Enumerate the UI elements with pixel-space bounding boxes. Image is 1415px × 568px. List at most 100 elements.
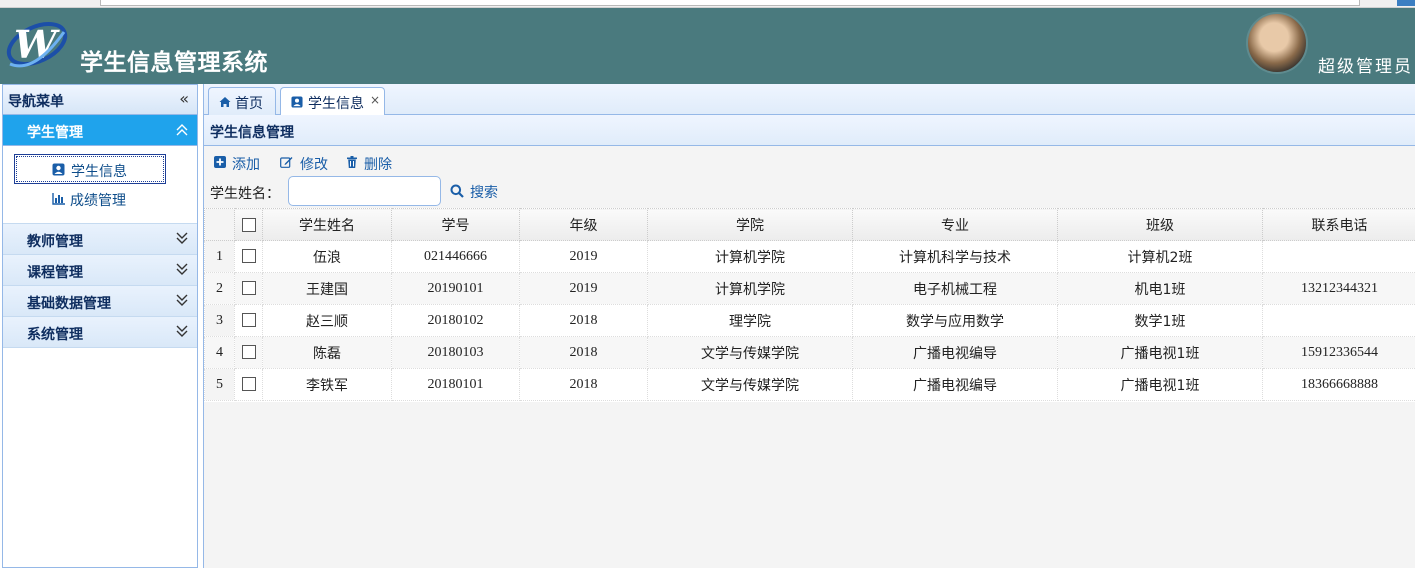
sidebar-panel-system[interactable]: 系统管理 (3, 317, 197, 348)
address-bar[interactable] (100, 0, 1360, 6)
checkbox[interactable] (241, 217, 256, 232)
cell-name: 伍浪 (262, 240, 392, 273)
cell-major: 电子机械工程 (852, 272, 1058, 305)
cell-student-id: 20180102 (391, 304, 520, 337)
row-checkbox[interactable] (234, 368, 263, 401)
tab-label: 首页 (235, 96, 263, 112)
cell-phone: 15912336544 (1262, 336, 1415, 369)
tab-student-info[interactable]: 学生信息 × (280, 87, 385, 116)
cell-major: 计算机科学与技术 (852, 240, 1058, 273)
table-row[interactable]: 2 王建国 20190101 2019 计算机学院 电子机械工程 机电1班 13… (204, 272, 1415, 305)
sidebar-panel-body: 学生信息 成绩管理 (3, 146, 197, 224)
column-header[interactable]: 联系电话 (1262, 208, 1415, 241)
chevron-down-icon[interactable] (175, 323, 189, 339)
row-checkbox[interactable] (234, 272, 263, 305)
checkbox[interactable] (241, 345, 256, 360)
row-checkbox[interactable] (234, 304, 263, 337)
cell-class: 机电1班 (1057, 272, 1263, 305)
checkbox[interactable] (241, 249, 256, 264)
row-number: 2 (204, 272, 235, 305)
row-checkbox[interactable] (234, 240, 263, 273)
table-row[interactable]: 3 赵三顺 20180102 2018 理学院 数学与应用数学 数学1班 (204, 304, 1415, 337)
app-header: W 学生信息管理系统 超级管理员 (0, 8, 1415, 84)
sidebar-panel-label: 学生管理 (27, 125, 83, 141)
row-number: 4 (204, 336, 235, 369)
browser-strip (0, 0, 1415, 8)
bar-chart-icon (52, 192, 65, 205)
cell-grade: 2019 (519, 240, 648, 273)
table-row[interactable]: 5 李铁军 20180101 2018 文学与传媒学院 广播电视编导 广播电视1… (204, 368, 1415, 401)
column-header[interactable]: 班级 (1057, 208, 1263, 241)
cell-grade: 2018 (519, 304, 648, 337)
column-header[interactable]: 年级 (519, 208, 648, 241)
sidebar: 导航菜单 « 学生管理 学生信息 成绩管理 教师管理 课程管理 基础数据管理 系… (2, 84, 198, 568)
add-button[interactable]: 添加 (214, 152, 274, 174)
cell-student-id: 20180101 (391, 368, 520, 401)
cell-class: 广播电视1班 (1057, 368, 1263, 401)
main-area: 首页 学生信息 × 学生信息管理 添加 修改 删除 学生姓名： 搜索 学生姓名 … (203, 84, 1415, 568)
column-header[interactable]: 学号 (391, 208, 520, 241)
sidebar-panel-teacher[interactable]: 教师管理 (3, 224, 197, 255)
row-number: 5 (204, 368, 235, 401)
sidebar-panel-label: 教师管理 (27, 234, 83, 250)
checkbox[interactable] (241, 281, 256, 296)
tab-home[interactable]: 首页 (208, 87, 276, 115)
table-row[interactable]: 1 伍浪 021446666 2019 计算机学院 计算机科学与技术 计算机2班 (204, 240, 1415, 273)
sidebar-item-score-manage[interactable]: 成绩管理 (14, 184, 166, 214)
column-header[interactable]: 专业 (852, 208, 1058, 241)
cell-name: 李铁军 (262, 368, 392, 401)
chevron-down-icon[interactable] (175, 230, 189, 246)
cell-class: 广播电视1班 (1057, 336, 1263, 369)
trash-icon (346, 156, 358, 168)
browser-corner-icon (1397, 0, 1415, 6)
row-checkbox[interactable] (234, 336, 263, 369)
select-all-checkbox[interactable] (234, 208, 263, 241)
checkbox[interactable] (241, 377, 256, 392)
cell-phone: 13212344321 (1262, 272, 1415, 305)
checkbox[interactable] (241, 313, 256, 328)
student-name-search-input[interactable] (288, 176, 441, 206)
sidebar-panel-course[interactable]: 课程管理 (3, 255, 197, 286)
cell-major: 数学与应用数学 (852, 304, 1058, 337)
sidebar-item-student-info[interactable]: 学生信息 (14, 154, 166, 184)
cell-major: 广播电视编导 (852, 336, 1058, 369)
user-role: 超级管理员 (1318, 57, 1413, 77)
cell-name: 陈磊 (262, 336, 392, 369)
edit-button[interactable]: 修改 (280, 152, 340, 174)
sidebar-panel-basedata[interactable]: 基础数据管理 (3, 286, 197, 317)
table-header-row: 学生姓名 学号 年级 学院 专业 班级 联系电话 (204, 208, 1415, 241)
cell-phone (1262, 240, 1415, 273)
chevron-down-icon[interactable] (175, 261, 189, 277)
chevron-up-icon[interactable] (175, 121, 189, 137)
row-number-header (204, 208, 235, 241)
table-row[interactable]: 4 陈磊 20180103 2018 文学与传媒学院 广播电视编导 广播电视1班… (204, 336, 1415, 369)
edit-label: 修改 (300, 157, 328, 173)
tab-bar: 首页 学生信息 × (204, 84, 1415, 116)
delete-button[interactable]: 删除 (346, 152, 406, 174)
cell-phone (1262, 304, 1415, 337)
close-tab-icon[interactable]: × (370, 93, 380, 107)
chevron-down-icon[interactable] (175, 292, 189, 308)
avatar[interactable] (1246, 12, 1308, 74)
cell-student-id: 20190101 (391, 272, 520, 305)
tab-label: 学生信息 (308, 96, 364, 112)
cell-college: 计算机学院 (647, 240, 853, 273)
collapse-sidebar-icon[interactable]: « (179, 89, 189, 108)
sidebar-panel-student[interactable]: 学生管理 (3, 115, 197, 146)
student-table: 学生姓名 学号 年级 学院 专业 班级 联系电话 1 伍浪 021446666 … (204, 208, 1415, 401)
cell-grade: 2018 (519, 336, 648, 369)
row-number: 1 (204, 240, 235, 273)
cell-grade: 2018 (519, 368, 648, 401)
home-icon (219, 96, 231, 108)
column-header[interactable]: 学院 (647, 208, 853, 241)
app-title: 学生信息管理系统 (80, 50, 268, 76)
cell-phone: 18366668888 (1262, 368, 1415, 401)
sidebar-panel-label: 基础数据管理 (27, 296, 111, 312)
cell-student-id: 021446666 (391, 240, 520, 273)
logo-icon: W (4, 14, 70, 74)
cell-student-id: 20180103 (391, 336, 520, 369)
sidebar-header: 导航菜单 « (3, 85, 197, 115)
column-header[interactable]: 学生姓名 (262, 208, 392, 241)
row-number: 3 (204, 304, 235, 337)
search-label: 学生姓名： (210, 186, 280, 202)
